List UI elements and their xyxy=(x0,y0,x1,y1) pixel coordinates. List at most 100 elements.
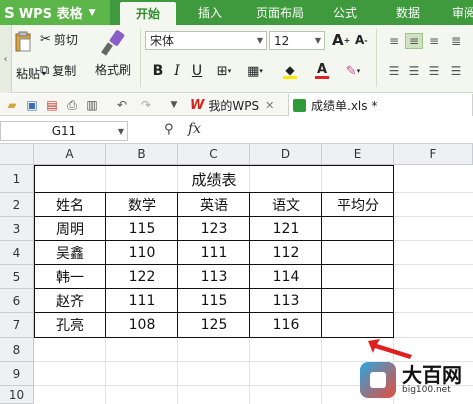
row-header-8[interactable]: 8 xyxy=(0,338,34,362)
table-cell[interactable]: 121 xyxy=(250,217,322,240)
table-cell[interactable]: 108 xyxy=(106,313,178,337)
cut-button[interactable]: ✂ 剪切 xyxy=(40,31,78,48)
merge-button[interactable]: ▦ ▾ xyxy=(242,62,268,80)
table-cell[interactable] xyxy=(322,265,394,288)
insert-function-button[interactable]: fx xyxy=(188,121,201,137)
close-icon[interactable]: ✕ xyxy=(265,99,274,112)
table-cell[interactable]: 122 xyxy=(106,265,178,288)
table-title-cell[interactable]: 成绩表 xyxy=(34,166,394,192)
undo-icon[interactable]: ↶ xyxy=(114,97,130,113)
tab-insert[interactable]: 插入 xyxy=(180,0,240,25)
ribbon-scroll-left-icon[interactable]: ‹ xyxy=(0,25,12,93)
tab-review[interactable]: 审阅 xyxy=(444,0,473,25)
table-cell[interactable]: 吴鑫 xyxy=(34,241,106,264)
column-header-a[interactable]: A xyxy=(34,144,106,165)
italic-button[interactable]: I xyxy=(168,62,186,80)
table-cell[interactable]: 周明 xyxy=(34,217,106,240)
underline-button[interactable]: U xyxy=(188,62,206,80)
row-header-7[interactable]: 7 xyxy=(0,313,34,338)
column-header-e[interactable]: E xyxy=(322,144,394,165)
align-bottom-icon[interactable]: ≡ xyxy=(425,33,443,49)
justify-icon[interactable]: ☰ xyxy=(447,63,465,79)
table-cell[interactable]: 116 xyxy=(250,313,322,337)
table-cell[interactable]: 125 xyxy=(178,313,250,337)
tab-home[interactable]: 开始 xyxy=(120,2,176,25)
font-size-select[interactable]: 12 ▼ xyxy=(269,31,325,50)
row-header-2[interactable]: 2 xyxy=(0,193,34,217)
chevron-down-icon: ▼ xyxy=(88,7,96,18)
row-header-10[interactable]: 10 xyxy=(0,386,34,404)
print-preview-icon[interactable]: ▥ xyxy=(84,97,100,113)
clear-format-button[interactable]: ✎ ▾ xyxy=(342,62,364,80)
wrap-text-icon[interactable]: ≣ xyxy=(447,33,465,49)
table-cell[interactable] xyxy=(322,313,394,337)
align-middle-icon[interactable]: ≡ xyxy=(405,33,423,49)
chevron-down-icon: ▼ xyxy=(314,36,322,45)
ribbon-divider xyxy=(140,29,141,87)
tab-my-wps[interactable]: W 我的WPS ✕ xyxy=(186,94,284,116)
table-cell[interactable] xyxy=(322,217,394,240)
row-header-9[interactable]: 9 xyxy=(0,362,34,386)
tab-formulas[interactable]: 公式 xyxy=(320,0,370,25)
gridline xyxy=(394,216,473,217)
increase-font-icon[interactable]: A + xyxy=(332,31,350,49)
pdf-icon[interactable]: ▤ xyxy=(44,97,60,113)
row-header-5[interactable]: 5 xyxy=(0,265,34,289)
redo-icon[interactable]: ↷ xyxy=(138,97,154,113)
table-cell[interactable]: 孔亮 xyxy=(34,313,106,337)
header-cell-english[interactable]: 英语 xyxy=(178,193,250,216)
font-name-select[interactable]: 宋体 ▼ xyxy=(145,31,267,50)
brush-icon xyxy=(100,29,126,57)
row-header-1[interactable]: 1 xyxy=(0,165,34,193)
fill-color-button[interactable]: ◆ xyxy=(276,62,304,80)
print-icon[interactable]: ⎙ xyxy=(64,97,80,113)
paste-icon[interactable] xyxy=(14,31,34,53)
zoom-search-icon[interactable]: ⚲ xyxy=(164,122,174,137)
font-color-button[interactable]: A xyxy=(308,62,336,80)
tab-page-layout[interactable]: 页面布局 xyxy=(245,0,315,25)
select-all-corner[interactable] xyxy=(0,144,34,165)
table-cell[interactable]: 111 xyxy=(106,289,178,312)
table-cell[interactable]: 112 xyxy=(250,241,322,264)
header-cell-chinese[interactable]: 语文 xyxy=(250,193,322,216)
table-cell[interactable]: 113 xyxy=(178,265,250,288)
name-box[interactable]: G11 ▼ xyxy=(0,121,128,141)
column-header-c[interactable]: C xyxy=(178,144,250,165)
row-header-4[interactable]: 4 xyxy=(0,241,34,265)
bold-button[interactable]: B xyxy=(149,62,167,80)
table-cell[interactable] xyxy=(322,241,394,264)
table-cell[interactable]: 111 xyxy=(178,241,250,264)
table-cell[interactable]: 110 xyxy=(106,241,178,264)
tab-score-sheet[interactable]: 成绩单.xls * xyxy=(288,94,473,116)
row-header-3[interactable]: 3 xyxy=(0,217,34,241)
column-header-f[interactable]: F xyxy=(394,144,473,165)
table-cell[interactable]: 赵齐 xyxy=(34,289,106,312)
customize-dropdown-icon[interactable]: ▼ xyxy=(166,97,182,113)
table-cell[interactable]: 115 xyxy=(106,217,178,240)
table-cell[interactable]: 115 xyxy=(178,289,250,312)
tab-data[interactable]: 数据 xyxy=(380,0,436,25)
save-icon[interactable]: ▣ xyxy=(24,97,40,113)
header-cell-math[interactable]: 数学 xyxy=(106,193,178,216)
table-cell[interactable]: 113 xyxy=(250,289,322,312)
table-cell[interactable] xyxy=(322,289,394,312)
align-right-icon[interactable]: ☰ xyxy=(425,63,443,79)
column-header-b[interactable]: B xyxy=(106,144,178,165)
row-header-6[interactable]: 6 xyxy=(0,289,34,313)
app-menu-button[interactable]: S WPS 表格 ▼ xyxy=(0,0,110,25)
align-top-icon[interactable]: ≡ xyxy=(385,33,403,49)
column-header-d[interactable]: D xyxy=(250,144,322,165)
table-cell[interactable]: 123 xyxy=(178,217,250,240)
decrease-font-icon[interactable]: A- xyxy=(355,33,368,47)
border-button[interactable]: ⊞ ▾ xyxy=(210,62,238,80)
formula-input[interactable] xyxy=(215,121,470,141)
align-center-icon[interactable]: ☰ xyxy=(405,63,423,79)
header-cell-name[interactable]: 姓名 xyxy=(34,193,106,216)
header-cell-average[interactable]: 平均分 xyxy=(322,193,394,216)
copy-button[interactable]: ⧉ 复制 xyxy=(40,62,76,79)
table-cell[interactable]: 韩一 xyxy=(34,265,106,288)
align-left-icon[interactable]: ☰ xyxy=(385,63,403,79)
table-cell[interactable]: 114 xyxy=(250,265,322,288)
format-painter-button[interactable]: 格式刷 xyxy=(92,29,134,87)
open-folder-icon[interactable]: ▰ xyxy=(4,97,20,113)
